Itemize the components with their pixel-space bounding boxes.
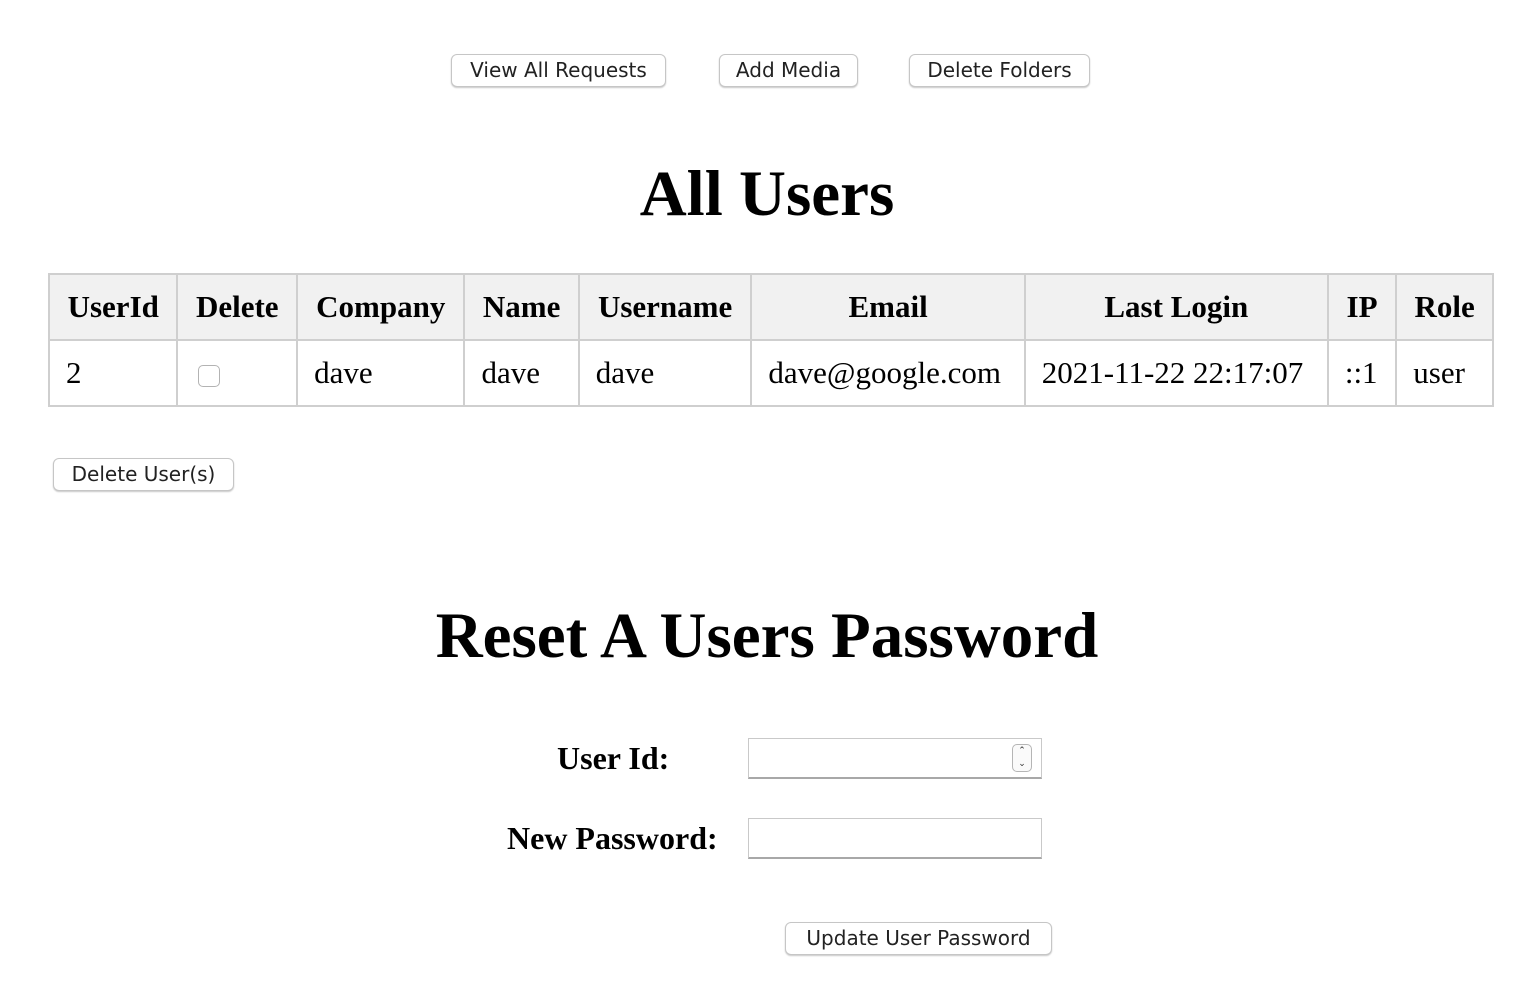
cell-name: dave <box>463 339 580 407</box>
new-password-input[interactable] <box>748 818 1042 859</box>
cell-email: dave@google.com <box>750 339 1026 407</box>
column-header-name: Name <box>463 273 580 341</box>
update-user-password-button[interactable]: Update User Password <box>785 922 1052 955</box>
chevron-up-icon[interactable]: ⌃ <box>1013 745 1031 758</box>
column-header-email: Email <box>750 273 1026 341</box>
table-header-row: UserId Delete Company Name Username Emai… <box>47 273 1494 341</box>
column-header-ip: IP <box>1326 273 1398 341</box>
column-header-last-login: Last Login <box>1023 273 1329 341</box>
column-header-company: Company <box>296 273 466 341</box>
view-all-requests-button[interactable]: View All Requests <box>451 54 666 87</box>
cell-last-login: 2021-11-22 22:17:07 <box>1023 339 1329 407</box>
cell-ip: ::1 <box>1326 339 1398 407</box>
all-users-title: All Users <box>639 158 895 230</box>
column-header-userid: UserId <box>47 273 179 341</box>
new-password-label: New Password: <box>507 820 718 856</box>
chevron-down-icon[interactable]: ⌄ <box>1013 758 1031 771</box>
cell-role: user <box>1395 339 1494 407</box>
user-id-stepper[interactable]: ⌃ ⌄ <box>1012 744 1032 772</box>
users-table: UserId Delete Company Name Username Emai… <box>47 273 1494 407</box>
column-header-username: Username <box>577 273 753 341</box>
table-row: 2 dave dave dave dave@google.com 2021-11… <box>47 339 1494 407</box>
delete-folders-button[interactable]: Delete Folders <box>909 54 1090 87</box>
cell-userid: 2 <box>47 339 179 407</box>
cell-username: dave <box>577 339 753 407</box>
cell-delete <box>176 339 299 407</box>
reset-password-title: Reset A Users Password <box>435 600 1099 672</box>
user-id-input[interactable] <box>748 738 1042 779</box>
add-media-button[interactable]: Add Media <box>719 54 858 87</box>
cell-company: dave <box>296 339 466 407</box>
column-header-delete: Delete <box>176 273 299 341</box>
delete-users-button[interactable]: Delete User(s) <box>53 458 234 491</box>
user-id-label: User Id: <box>557 740 670 776</box>
delete-user-checkbox[interactable] <box>198 364 221 387</box>
column-header-role: Role <box>1395 273 1494 341</box>
